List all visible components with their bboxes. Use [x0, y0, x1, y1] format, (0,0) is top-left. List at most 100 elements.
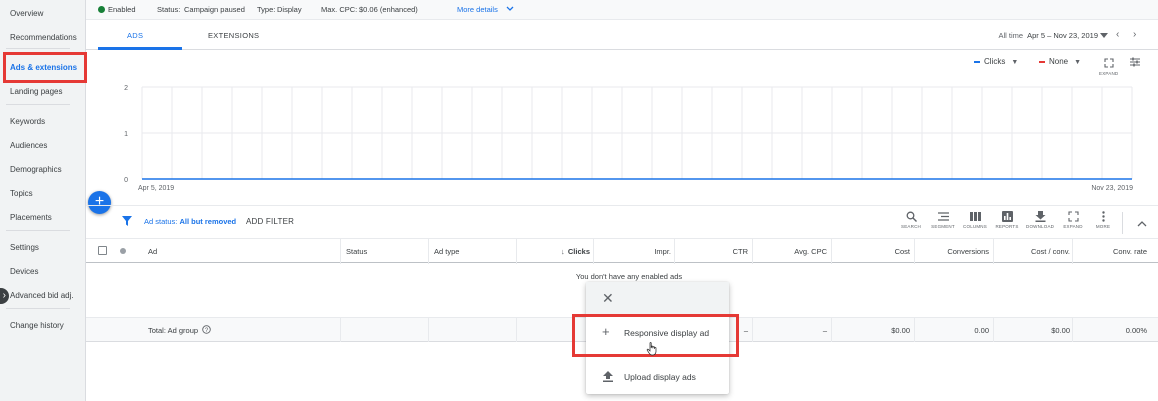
- x-end-label: Nov 23, 2019: [1091, 185, 1133, 192]
- date-prev-icon[interactable]: ‹: [1116, 29, 1119, 40]
- column-separator: [428, 239, 429, 264]
- sidebar-divider: [6, 48, 70, 49]
- column-header-ad-type[interactable]: Ad type: [434, 247, 459, 256]
- column-separator: [674, 239, 675, 264]
- sidebar-item-change-history[interactable]: Change history: [10, 321, 64, 330]
- sidebar-item-landing-pages[interactable]: Landing pages: [10, 87, 63, 96]
- menu-item-label: Upload display ads: [624, 372, 696, 382]
- total-cost: $0.00: [891, 326, 910, 335]
- column-header-ctr[interactable]: CTR: [733, 247, 748, 256]
- tab-ads[interactable]: ADS: [127, 31, 143, 40]
- column-separator: [1072, 239, 1073, 264]
- add-filter-button[interactable]: ADD FILTER: [246, 217, 294, 226]
- more-label: MORE: [1095, 224, 1111, 229]
- tab-extensions[interactable]: EXTENSIONS: [208, 31, 259, 40]
- total-avg-cpc: –: [822, 326, 827, 335]
- total-conv-rate: 0.00%: [1125, 326, 1147, 335]
- column-header-ad[interactable]: Ad: [148, 247, 157, 256]
- filter-value: All but removed: [179, 217, 237, 226]
- sidebar-collapse-icon[interactable]: ›: [0, 288, 9, 304]
- columns-label: COLUMNS: [963, 224, 987, 229]
- menu-item-upload-display-ads[interactable]: Upload display ads: [586, 362, 729, 392]
- column-separator: [428, 318, 429, 342]
- expand-table-button[interactable]: EXPAND: [1059, 211, 1087, 229]
- more-icon: [1101, 211, 1105, 222]
- column-header-conv-rate[interactable]: Conv. rate: [1113, 247, 1147, 256]
- column-header-cost-conv[interactable]: Cost / conv.: [1031, 247, 1070, 256]
- sidebar-item-placements[interactable]: Placements: [10, 213, 52, 222]
- sidebar-item-advanced-bid-adj[interactable]: Advanced bid adj.: [10, 291, 74, 300]
- sidebar-item-topics[interactable]: Topics: [10, 189, 33, 198]
- column-header-cost[interactable]: Cost: [895, 247, 910, 256]
- y-tick-label: 2: [124, 85, 128, 92]
- column-header-status[interactable]: Status: [346, 247, 367, 256]
- column-separator: [914, 239, 915, 264]
- total-cost-conv: $0.00: [1051, 326, 1070, 335]
- filter-icon[interactable]: [122, 216, 132, 226]
- sidebar-divider: [6, 230, 70, 231]
- column-header-clicks[interactable]: Clicks: [568, 247, 590, 256]
- sidebar-item-devices[interactable]: Devices: [10, 267, 38, 276]
- total-ctr: –: [743, 326, 748, 335]
- more-button[interactable]: MORE: [1089, 211, 1117, 229]
- date-dropdown-icon[interactable]: [1100, 33, 1108, 38]
- sidebar-item-audiences[interactable]: Audiences: [10, 141, 47, 150]
- segment-button[interactable]: SEGMENT: [929, 211, 957, 229]
- total-label: Total: Ad group: [148, 326, 199, 335]
- column-separator: [752, 318, 753, 342]
- help-icon[interactable]: ?: [202, 325, 211, 334]
- sidebar-divider: [6, 104, 70, 105]
- column-header-impr[interactable]: Impr.: [654, 247, 671, 256]
- column-separator: [831, 239, 832, 264]
- more-details-link[interactable]: More details: [457, 5, 498, 14]
- max-cpc-label: Max. CPC:: [321, 5, 358, 14]
- chevron-down-icon[interactable]: [506, 6, 514, 12]
- max-cpc-value: $0.06 (enhanced): [359, 5, 418, 14]
- date-range-selector[interactable]: All time Apr 5 – Nov 23, 2019: [999, 31, 1098, 40]
- date-range-label: All time: [998, 31, 1024, 40]
- hand-cursor-icon: [646, 342, 657, 356]
- column-separator: [1072, 318, 1073, 342]
- chart-canvas: 2 1 0 Apr 5, 2019 Nov 23, 2019: [124, 85, 1133, 192]
- filter-prefix: Ad status:: [144, 217, 178, 226]
- sort-desc-icon: ↓: [561, 247, 565, 256]
- status-label: Status:: [157, 5, 181, 14]
- status-enabled-dot: [98, 6, 105, 13]
- column-header-avg-cpc[interactable]: Avg. CPC: [794, 247, 827, 256]
- expand-label: EXPAND: [1063, 224, 1083, 229]
- column-separator: [340, 318, 341, 342]
- download-button[interactable]: DOWNLOAD: [1026, 211, 1054, 229]
- download-icon: [1035, 211, 1045, 222]
- search-button[interactable]: SEARCH: [897, 211, 925, 229]
- columns-button[interactable]: COLUMNS: [961, 211, 989, 229]
- performance-chart: Clicks ▼ None ▼ EXPAND 2 1 0 Apr 5, 2019 Nov 2…: [86, 51, 1158, 203]
- close-icon[interactable]: ✕: [602, 291, 614, 305]
- column-separator: [831, 318, 832, 342]
- active-filter-chip[interactable]: Ad status: All but removed: [144, 217, 236, 226]
- sidebar-item-recommendations[interactable]: Recommendations: [10, 33, 77, 42]
- column-separator: [993, 318, 994, 342]
- status-enabled[interactable]: Enabled: [108, 5, 136, 14]
- column-header-conversions[interactable]: Conversions: [947, 247, 989, 256]
- column-separator: [516, 239, 517, 264]
- x-start-label: Apr 5, 2019: [138, 185, 174, 192]
- column-separator: [593, 239, 594, 264]
- search-icon: [906, 211, 917, 222]
- sidebar-item-keywords[interactable]: Keywords: [10, 117, 45, 126]
- menu-header: ✕: [586, 282, 729, 316]
- sidebar-item-overview[interactable]: Overview: [10, 9, 43, 18]
- sidebar-item-demographics[interactable]: Demographics: [10, 165, 62, 174]
- column-separator: [340, 239, 341, 264]
- sidebar-item-settings[interactable]: Settings: [10, 243, 39, 252]
- chevron-up-icon[interactable]: [1137, 220, 1147, 227]
- columns-icon: [969, 212, 981, 221]
- expand-icon: [1067, 211, 1079, 222]
- reports-button[interactable]: REPORTS: [993, 211, 1021, 229]
- table-header: Ad Status Ad type ↓ Clicks Impr. CTR Avg…: [86, 238, 1158, 264]
- date-range-value: Apr 5 – Nov 23, 2019: [1027, 31, 1098, 40]
- select-all-checkbox[interactable]: [98, 246, 107, 255]
- status-column-dot-icon: [120, 248, 126, 254]
- date-next-icon[interactable]: ›: [1133, 29, 1136, 40]
- type-value: Display: [277, 5, 302, 14]
- toolbar-divider: [1122, 212, 1123, 234]
